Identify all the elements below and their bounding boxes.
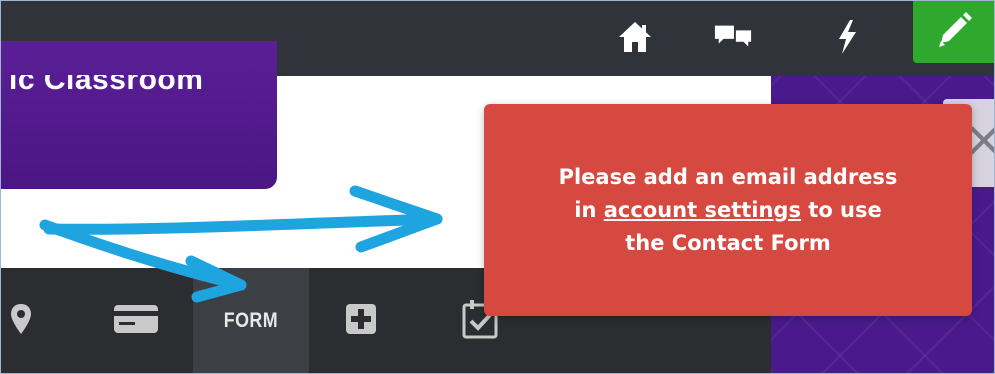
bolt-icon[interactable] [827, 19, 867, 55]
screenshot-frame: × A [0, 0, 995, 374]
comments-icon[interactable] [713, 19, 753, 55]
edit-button[interactable] [913, 1, 994, 63]
home-icon[interactable] [615, 19, 655, 55]
classroom-banner [1, 41, 277, 189]
tooltip-message: Please add an email address in account s… [558, 161, 898, 260]
form-tab[interactable]: FORM [193, 268, 309, 373]
add-button[interactable] [339, 268, 383, 373]
location-button[interactable] [1, 268, 41, 373]
card-icon [113, 304, 159, 338]
pencil-icon [935, 11, 973, 53]
email-required-tooltip: Please add an email address in account s… [484, 104, 972, 316]
add-icon [345, 303, 377, 339]
location-icon [10, 303, 32, 339]
arrow-to-tooltip-head [349, 185, 443, 253]
form-tab-label: FORM [223, 308, 279, 332]
card-button[interactable] [106, 268, 166, 373]
arrow-to-tooltip [43, 213, 443, 235]
account-settings-link[interactable]: account settings [604, 198, 801, 222]
